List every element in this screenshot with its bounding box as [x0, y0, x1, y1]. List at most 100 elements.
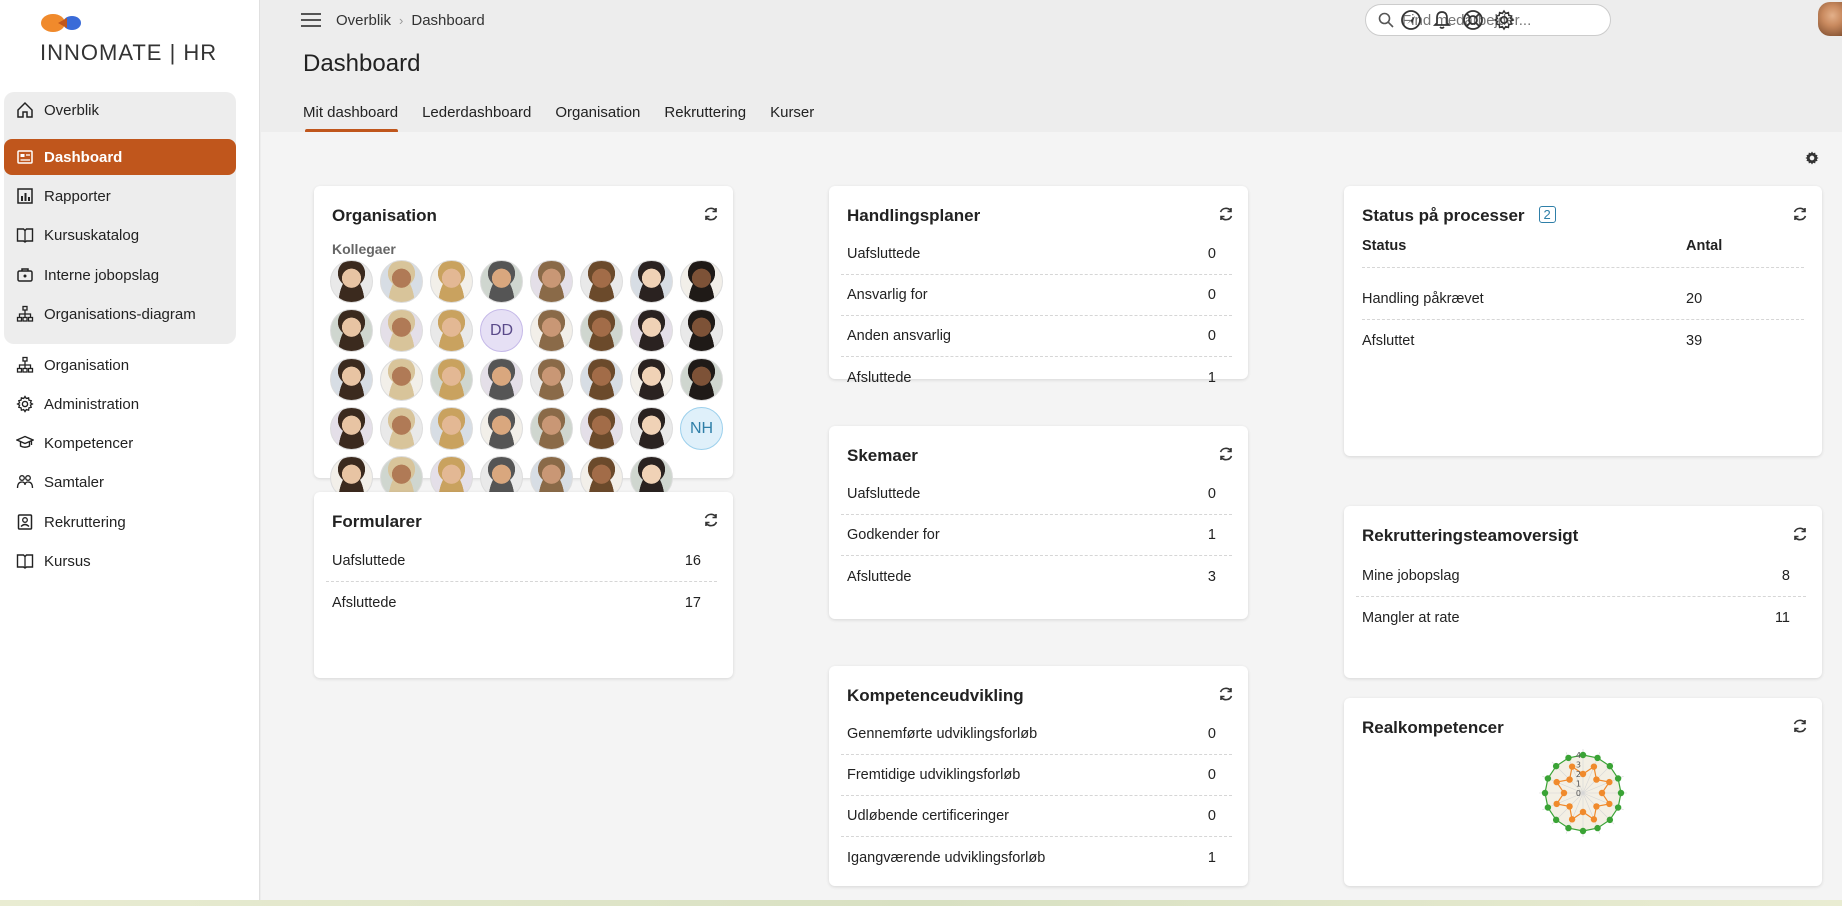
sidebar-item-samtaler[interactable]: Samtaler	[4, 464, 236, 500]
list-item[interactable]: Mine jobopslag 8	[1356, 556, 1806, 597]
avatar[interactable]	[380, 407, 423, 450]
radar-point[interactable]	[1553, 800, 1560, 808]
refresh-icon[interactable]	[1218, 206, 1234, 222]
sidebar-item-interne-jobopslag[interactable]: Interne jobopslag	[4, 257, 236, 293]
list-item[interactable]: Fremtidige udviklingsforløb 0	[841, 755, 1232, 796]
avatar[interactable]	[530, 309, 573, 352]
list-item[interactable]: Uafsluttede 0	[841, 234, 1232, 275]
radar-point[interactable]	[1606, 800, 1613, 808]
radar-point[interactable]	[1614, 775, 1622, 782]
sidebar-item-kursuskatalog[interactable]: Kursuskatalog	[4, 217, 236, 253]
refresh-icon[interactable]	[703, 512, 719, 528]
radar-point[interactable]	[1593, 803, 1600, 810]
refresh-icon[interactable]	[1218, 446, 1234, 462]
radar-point[interactable]	[1579, 808, 1587, 816]
table-row[interactable]: Handling påkrævet 20	[1362, 278, 1804, 320]
radar-point[interactable]	[1617, 789, 1625, 797]
bell-icon[interactable]	[1431, 9, 1453, 31]
radar-point[interactable]	[1590, 763, 1598, 770]
list-item[interactable]: Afsluttede 1	[841, 357, 1232, 398]
avatar[interactable]	[680, 358, 723, 401]
radar-point[interactable]	[1544, 775, 1552, 782]
avatar[interactable]	[330, 407, 373, 450]
radar-point[interactable]	[1614, 804, 1622, 811]
list-item[interactable]: Uafsluttede 0	[841, 474, 1232, 515]
radar-point[interactable]	[1590, 816, 1598, 823]
list-item[interactable]: Afsluttede 17	[326, 582, 717, 623]
sidebar-item-administration[interactable]: Administration	[4, 386, 236, 422]
radar-point[interactable]	[1565, 754, 1572, 762]
user-avatar[interactable]	[1818, 2, 1842, 36]
radar-point[interactable]	[1565, 824, 1572, 832]
avatar[interactable]	[580, 358, 623, 401]
sidebar-item-overblik[interactable]: Overblik	[4, 92, 236, 128]
list-item[interactable]: Igangværende udviklingsforløb 1	[841, 837, 1232, 878]
avatar-initials[interactable]: DD	[480, 309, 523, 352]
tab-mit-dashboard[interactable]: Mit dashboard	[303, 104, 410, 133]
radar-point[interactable]	[1606, 816, 1614, 824]
avatar[interactable]	[580, 309, 623, 352]
avatar[interactable]	[430, 407, 473, 450]
radar-point[interactable]	[1594, 754, 1601, 762]
radar-point[interactable]	[1568, 763, 1576, 770]
radar-point[interactable]	[1594, 824, 1601, 832]
radar-point[interactable]	[1553, 778, 1560, 786]
avatar[interactable]	[530, 260, 573, 303]
list-item[interactable]: Afsluttede 3	[841, 556, 1232, 597]
list-item[interactable]: Anden ansvarlig 0	[841, 316, 1232, 357]
radar-point[interactable]	[1566, 776, 1573, 783]
avatar[interactable]	[380, 358, 423, 401]
navigation-icon[interactable]	[1400, 9, 1422, 31]
avatar[interactable]	[380, 309, 423, 352]
avatar[interactable]	[530, 358, 573, 401]
radar-point[interactable]	[1566, 803, 1573, 810]
sidebar-item-dashboard[interactable]: Dashboard	[4, 139, 236, 175]
radar-point[interactable]	[1579, 827, 1587, 835]
avatar[interactable]	[430, 309, 473, 352]
breadcrumb-overblik[interactable]: Overblik	[336, 12, 391, 29]
avatar[interactable]	[430, 358, 473, 401]
radar-point[interactable]	[1568, 816, 1576, 823]
sidebar-item-rekruttering[interactable]: Rekruttering	[4, 504, 236, 540]
sidebar-item-kursus[interactable]: Kursus	[4, 543, 236, 579]
avatar[interactable]	[630, 260, 673, 303]
list-item[interactable]: Mangler at rate 11	[1356, 597, 1806, 638]
avatar[interactable]	[630, 358, 673, 401]
radar-point[interactable]	[1606, 762, 1614, 770]
refresh-icon[interactable]	[1792, 526, 1808, 542]
help-lifebuoy-icon[interactable]	[1462, 9, 1484, 31]
sidebar-item-rapporter[interactable]: Rapporter	[4, 178, 236, 214]
sidebar-item-organisation[interactable]: Organisation	[4, 347, 236, 383]
list-item[interactable]: Ansvarlig for 0	[841, 275, 1232, 316]
hamburger-icon[interactable]	[301, 13, 321, 27]
list-item[interactable]: Godkender for 1	[841, 515, 1232, 556]
tab-rekruttering[interactable]: Rekruttering	[664, 104, 758, 133]
avatar[interactable]	[330, 260, 373, 303]
avatar[interactable]	[480, 260, 523, 303]
sidebar-item-organisations-diagram[interactable]: Organisations-diagram	[4, 296, 236, 332]
avatar[interactable]	[330, 309, 373, 352]
radar-point[interactable]	[1552, 762, 1560, 770]
avatar[interactable]	[480, 407, 523, 450]
tab-lederdashboard[interactable]: Lederdashboard	[422, 104, 543, 133]
avatar-initials[interactable]: NH	[680, 407, 723, 450]
list-item[interactable]: Gennemførte udviklingsforløb 0	[841, 714, 1232, 755]
avatar[interactable]	[630, 407, 673, 450]
refresh-icon[interactable]	[1218, 686, 1234, 702]
settings-gear-icon[interactable]	[1493, 9, 1515, 31]
avatar[interactable]	[580, 407, 623, 450]
list-item[interactable]: Uafsluttede 16	[326, 541, 717, 582]
avatar[interactable]	[530, 407, 573, 450]
avatar[interactable]	[680, 309, 723, 352]
refresh-icon[interactable]	[1792, 718, 1808, 734]
radar-point[interactable]	[1541, 789, 1549, 797]
avatar[interactable]	[430, 260, 473, 303]
avatar[interactable]	[580, 260, 623, 303]
radar-point[interactable]	[1593, 776, 1600, 783]
avatar[interactable]	[480, 358, 523, 401]
avatar[interactable]	[630, 309, 673, 352]
radar-point[interactable]	[1560, 789, 1568, 797]
radar-point[interactable]	[1552, 816, 1560, 824]
refresh-icon[interactable]	[1792, 206, 1808, 222]
tab-organisation[interactable]: Organisation	[555, 104, 652, 133]
